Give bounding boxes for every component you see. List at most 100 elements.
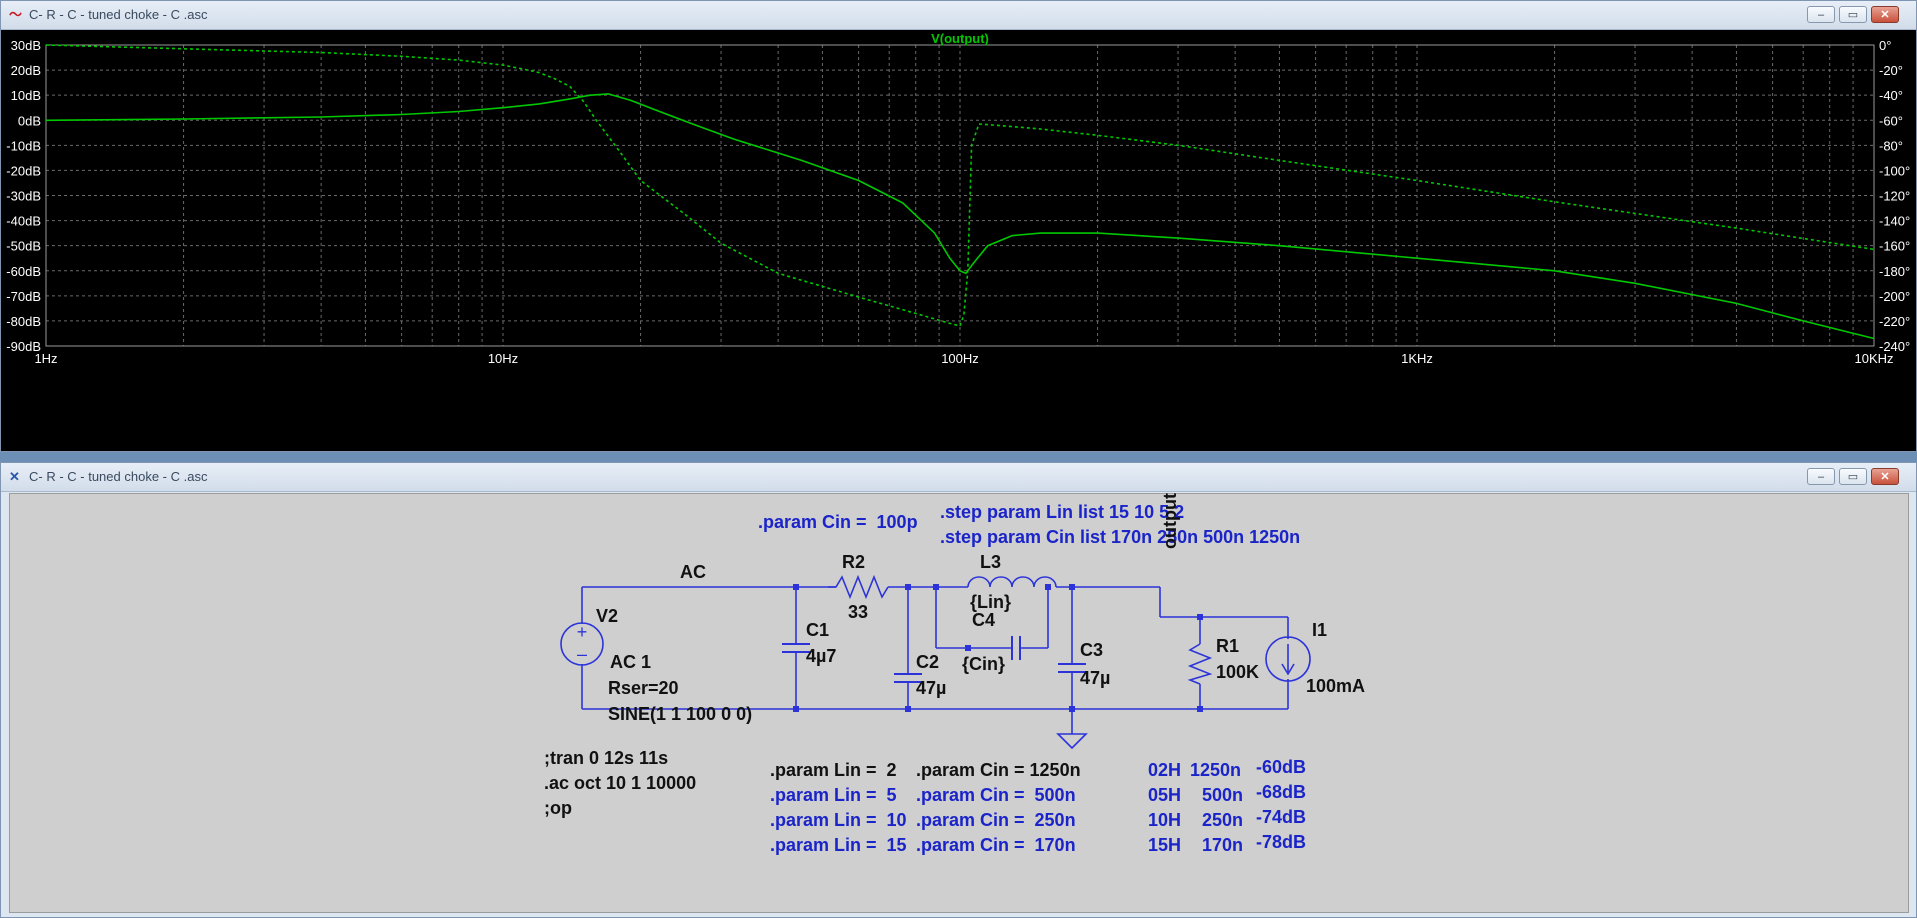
result-db-1: -60dB xyxy=(1256,757,1307,777)
maximize-button[interactable]: ▭ xyxy=(1839,6,1867,23)
y-tick-label: -60dB xyxy=(6,264,41,279)
y-tick-label: -80dB xyxy=(6,314,41,329)
param-lin-row-2[interactable]: .param Lin = 5 xyxy=(770,785,897,806)
waveform-app-icon: 〜 xyxy=(9,7,23,22)
y2-tick-label: -80° xyxy=(1879,138,1903,153)
result-cn-1: 1250n xyxy=(1190,760,1242,780)
y-tick-label: -40dB xyxy=(6,214,41,229)
y-tick-label: -70dB xyxy=(6,289,41,304)
minimize-button[interactable]: – xyxy=(1807,6,1835,23)
close-button[interactable]: ✕ xyxy=(1871,6,1899,23)
c4-name-label[interactable]: C4 xyxy=(972,610,995,631)
result-db-2: -68dB xyxy=(1256,782,1307,802)
maximize-button[interactable]: ▭ xyxy=(1839,468,1867,485)
schematic-titlebar[interactable]: ✕ C- R - C - tuned choke - C .asc – ▭ ✕ xyxy=(1,463,1916,492)
step-lin-directive[interactable]: .step param Lin list 15 10 5 2 xyxy=(940,502,1184,523)
v2-sine-label[interactable]: SINE(1 1 100 0 0) xyxy=(608,704,752,725)
bode-plot[interactable]: 30dB 20dB 10dB 0dB -10dB -20dB -30dB -40dB -50dB… xyxy=(1,30,1916,451)
step-cin-directive[interactable]: .step param Cin list 170n 250n 500n 1250… xyxy=(940,527,1300,548)
schematic-window: ✕ C- R - C - tuned choke - C .asc – ▭ ✕ xyxy=(0,462,1917,918)
y2-tick-label: -140° xyxy=(1879,214,1910,229)
result-db-3: -74dB xyxy=(1256,807,1307,827)
y2-tick-label: -100° xyxy=(1879,163,1910,178)
c4-capacitor-symbol[interactable] xyxy=(1011,636,1021,660)
v2-name-label[interactable]: V2 xyxy=(596,606,618,627)
y2-tick-label: -20° xyxy=(1879,63,1903,78)
x-tick-label: 100Hz xyxy=(941,351,979,366)
y2-tick-label: -180° xyxy=(1879,264,1910,279)
result-cn-4: 170n xyxy=(1202,835,1244,855)
y2-tick-label: 0° xyxy=(1879,38,1891,53)
result-lh-4: 15H xyxy=(1148,835,1182,855)
result-cn-3: 250n xyxy=(1202,810,1244,830)
waveform-window-title: C- R - C - tuned choke - C .asc xyxy=(29,7,208,22)
y2-tick-label: -200° xyxy=(1879,289,1910,304)
op-command[interactable]: ;op xyxy=(544,798,572,819)
y-tick-label: -50dB xyxy=(6,239,41,254)
y-tick-label: -10dB xyxy=(6,138,41,153)
c4-value-label[interactable]: {Cin} xyxy=(962,654,1005,675)
close-button[interactable]: ✕ xyxy=(1871,468,1899,485)
c3-name-label[interactable]: C3 xyxy=(1080,640,1103,661)
c2-name-label[interactable]: C2 xyxy=(916,652,939,673)
r2-name-label[interactable]: R2 xyxy=(842,552,865,573)
y2-tick-label: -120° xyxy=(1879,189,1910,204)
param-lin-row-4[interactable]: .param Lin = 15 xyxy=(770,835,907,856)
ac-command[interactable]: .ac oct 10 1 10000 xyxy=(544,773,696,794)
l3-inductor-symbol[interactable] xyxy=(967,576,1057,588)
y-tick-label: 20dB xyxy=(11,63,41,78)
waveform-window: 〜 C- R - C - tuned choke - C .asc – ▭ ✕ … xyxy=(0,0,1917,452)
schematic-window-title: C- R - C - tuned choke - C .asc xyxy=(29,469,208,484)
i1-value-label[interactable]: 100mA xyxy=(1306,676,1365,697)
c1-value-label[interactable]: 4µ7 xyxy=(806,646,836,667)
v2-rser-label[interactable]: Rser=20 xyxy=(608,678,679,699)
param-lin-row-3[interactable]: .param Lin = 10 xyxy=(770,810,907,831)
net-label-output[interactable]: output xyxy=(1160,493,1181,549)
y-tick-label: -20dB xyxy=(6,163,41,178)
param-cin-row-3[interactable]: .param Cin = 250n xyxy=(916,810,1076,831)
v2-source-symbol[interactable]: + – xyxy=(560,622,604,666)
y-tick-label: -30dB xyxy=(6,189,41,204)
result-cn-2: 500n xyxy=(1202,785,1244,805)
v2-ac-label[interactable]: AC 1 xyxy=(610,652,651,673)
x-tick-label: 10Hz xyxy=(488,351,518,366)
svg-text:+: + xyxy=(577,622,588,642)
c2-value-label[interactable]: 47µ xyxy=(916,678,946,699)
y2-tick-label: -60° xyxy=(1879,113,1903,128)
param-lin-row-1[interactable]: .param Lin = 2 xyxy=(770,760,897,781)
svg-text:–: – xyxy=(577,644,587,664)
result-db-4: -78dB xyxy=(1256,832,1307,852)
c1-name-label[interactable]: C1 xyxy=(806,620,829,641)
c3-value-label[interactable]: 47µ xyxy=(1080,668,1110,689)
tran-command[interactable]: ;tran 0 12s 11s xyxy=(544,748,668,769)
r1-name-label[interactable]: R1 xyxy=(1216,636,1239,657)
result-lh-3: 10H xyxy=(1148,810,1182,830)
y2-tick-label: -40° xyxy=(1879,88,1903,103)
l3-name-label[interactable]: L3 xyxy=(980,552,1001,573)
param-cin-row-2[interactable]: .param Cin = 500n xyxy=(916,785,1076,806)
x-tick-label: 10KHz xyxy=(1854,351,1893,366)
y2-tick-label: -160° xyxy=(1879,239,1910,254)
i1-current-source-symbol[interactable] xyxy=(1265,636,1311,682)
param-cin-row-1[interactable]: .param Cin = 1250n xyxy=(916,760,1081,781)
schematic-canvas[interactable]: + – .param Cin = 100p .step param Lin li… xyxy=(9,493,1909,913)
result-lh-2: 05H xyxy=(1148,785,1182,805)
minimize-button[interactable]: – xyxy=(1807,468,1835,485)
r1-resistor-symbol[interactable] xyxy=(1187,643,1213,685)
param-cin-directive[interactable]: .param Cin = 100p xyxy=(758,512,918,533)
r2-value-label[interactable]: 33 xyxy=(848,602,868,623)
param-cin-row-4[interactable]: .param Cin = 170n xyxy=(916,835,1076,856)
net-label-ac[interactable]: AC xyxy=(680,562,706,583)
y-tick-label: 30dB xyxy=(11,38,41,53)
y2-tick-label: -220° xyxy=(1879,314,1910,329)
i1-name-label[interactable]: I1 xyxy=(1312,620,1327,641)
result-lh-1: 02H xyxy=(1148,760,1182,780)
x-tick-label: 1KHz xyxy=(1401,351,1433,366)
plot-pane[interactable]: 30dB 20dB 10dB 0dB -10dB -20dB -30dB -40dB -50dB… xyxy=(1,30,1916,451)
r2-resistor-symbol[interactable] xyxy=(828,574,889,600)
waveform-titlebar[interactable]: 〜 C- R - C - tuned choke - C .asc – ▭ ✕ xyxy=(1,1,1916,30)
schematic-app-icon: ✕ xyxy=(9,469,20,484)
trace-label: V(output) xyxy=(931,31,989,46)
r1-value-label[interactable]: 100K xyxy=(1216,662,1259,683)
x-tick-label: 1Hz xyxy=(34,351,57,366)
